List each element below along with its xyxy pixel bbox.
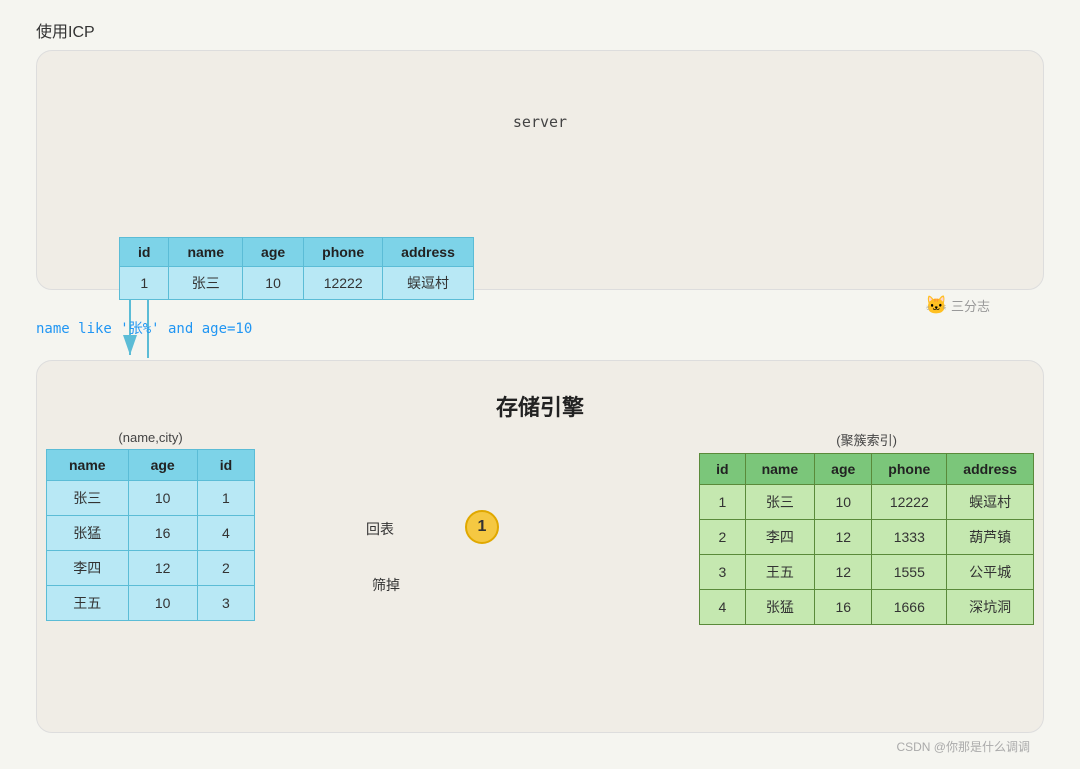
- page-title: 使用ICP: [36, 18, 95, 42]
- right-table-header-phone: phone: [872, 454, 947, 485]
- top-table-header-age: age: [243, 238, 304, 267]
- right-table-row: 4 张猛 16 1666 深坑洞: [700, 590, 1034, 625]
- server-box: server id name age phone address 1 张三 10…: [36, 50, 1044, 290]
- right-table-cell-age-2: 12: [815, 520, 872, 555]
- huibiao-label: 回表: [366, 519, 394, 539]
- right-table-label: (聚簇索引): [699, 430, 1034, 449]
- circle-node: 1: [465, 510, 499, 544]
- top-table-header-id: id: [120, 238, 169, 267]
- top-table-cell-phone: 12222: [304, 267, 383, 300]
- right-table-cell-id-4: 4: [700, 590, 745, 625]
- top-table-cell-address: 蜈逗村: [383, 267, 474, 300]
- top-table-header-name: name: [169, 238, 243, 267]
- right-table-cell-name-2: 李四: [745, 520, 815, 555]
- right-table-cell-age-4: 16: [815, 590, 872, 625]
- left-table-header-id: id: [197, 450, 254, 481]
- left-table-cell-name-2: 张猛: [47, 516, 129, 551]
- server-label: server: [513, 113, 567, 131]
- right-table-cell-name-3: 王五: [745, 555, 815, 590]
- left-table-header-name: name: [47, 450, 129, 481]
- left-table-cell-id-3: 2: [197, 551, 254, 586]
- left-table-cell-id-1: 1: [197, 481, 254, 516]
- top-table-header-address: address: [383, 238, 474, 267]
- right-table-cell-phone-4: 1666: [872, 590, 947, 625]
- left-table-cell-age-3: 12: [128, 551, 197, 586]
- right-table-cell-phone-2: 1333: [872, 520, 947, 555]
- right-table-header-address: address: [947, 454, 1034, 485]
- left-table-header-age: age: [128, 450, 197, 481]
- top-table-header-phone: phone: [304, 238, 383, 267]
- right-table-cell-address-4: 深坑洞: [947, 590, 1034, 625]
- left-table-cell-id-2: 4: [197, 516, 254, 551]
- left-table-cell-name-4: 王五: [47, 586, 129, 621]
- top-table-cell-name: 张三: [169, 267, 243, 300]
- left-table-cell-name-1: 张三: [47, 481, 129, 516]
- left-table-cell-age-4: 10: [128, 586, 197, 621]
- right-table-row: 1 张三 10 12222 蜈逗村: [700, 485, 1034, 520]
- left-table-row: 张三 10 1: [47, 481, 255, 516]
- right-table-cell-name-1: 张三: [745, 485, 815, 520]
- watermark: CSDN @你那是什么调调: [896, 738, 1030, 755]
- left-table-row: 张猛 16 4: [47, 516, 255, 551]
- right-table-cell-id-3: 3: [700, 555, 745, 590]
- top-table: id name age phone address 1 张三 10 12222 …: [119, 237, 474, 300]
- left-table-row: 王五 10 3: [47, 586, 255, 621]
- right-table-cell-address-2: 葫芦镇: [947, 520, 1034, 555]
- left-table-cell-age-1: 10: [128, 481, 197, 516]
- right-table-cell-age-1: 10: [815, 485, 872, 520]
- sanfenzhi-label: 🐱 三分志: [925, 295, 990, 316]
- right-table-header-age: age: [815, 454, 872, 485]
- top-table-cell-id: 1: [120, 267, 169, 300]
- left-table-label: (name,city): [46, 430, 255, 445]
- left-table-container: (name,city) name age id 张三 10 1 张猛 16 4 …: [46, 430, 255, 621]
- right-table-header-id: id: [700, 454, 745, 485]
- left-table-cell-id-4: 3: [197, 586, 254, 621]
- right-table-container: (聚簇索引) id name age phone address 1 张三 10…: [699, 430, 1034, 625]
- right-table-cell-age-3: 12: [815, 555, 872, 590]
- left-table-row: 李四 12 2: [47, 551, 255, 586]
- left-index-table: name age id 张三 10 1 张猛 16 4 李四 12 2 王五: [46, 449, 255, 621]
- right-table-cell-name-4: 张猛: [745, 590, 815, 625]
- right-table-row: 3 王五 12 1555 公平城: [700, 555, 1034, 590]
- right-table-cell-phone-3: 1555: [872, 555, 947, 590]
- left-table-cell-name-3: 李四: [47, 551, 129, 586]
- top-table-row: 1 张三 10 12222 蜈逗村: [120, 267, 474, 300]
- top-table-cell-age: 10: [243, 267, 304, 300]
- storage-engine-label: 存储引擎: [496, 390, 584, 422]
- query-label: name like '张%' and age=10: [36, 318, 252, 338]
- right-table-cell-id-2: 2: [700, 520, 745, 555]
- right-table-row: 2 李四 12 1333 葫芦镇: [700, 520, 1034, 555]
- shaidi-label: 筛掉: [372, 575, 400, 595]
- right-table-header-name: name: [745, 454, 815, 485]
- right-table-cell-id-1: 1: [700, 485, 745, 520]
- clustered-index-table: id name age phone address 1 张三 10 12222 …: [699, 453, 1034, 625]
- right-table-cell-address-1: 蜈逗村: [947, 485, 1034, 520]
- left-table-cell-age-2: 16: [128, 516, 197, 551]
- right-table-cell-phone-1: 12222: [872, 485, 947, 520]
- right-table-cell-address-3: 公平城: [947, 555, 1034, 590]
